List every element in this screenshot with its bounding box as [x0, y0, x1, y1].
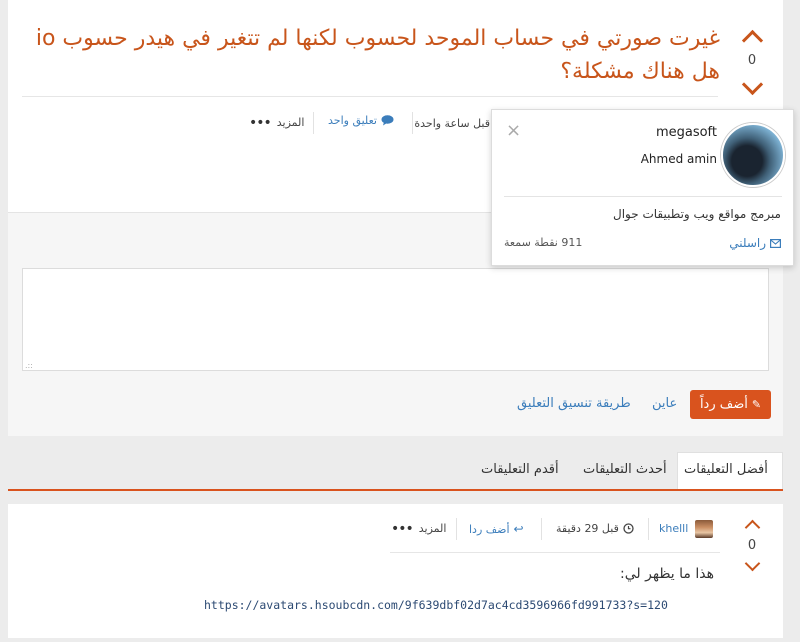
divider: [456, 518, 457, 540]
comment-url[interactable]: https://avatars.hsoubcdn.com/9f639dbf02d…: [204, 598, 668, 612]
question-title: غيرت صورتي في حساب الموحد لحسوب لكنها لم…: [35, 26, 720, 84]
divider: [313, 112, 314, 134]
comment-author[interactable]: khelll: [659, 522, 688, 535]
ellipsis-icon: •••: [249, 114, 272, 131]
comment-body: هذا ما يظهر لي:: [620, 566, 714, 582]
comment-icon: [381, 115, 394, 126]
divider: [22, 96, 718, 97]
add-reply-button[interactable]: ✎ أضف رداً: [690, 390, 771, 419]
pencil-icon: ✎: [751, 398, 762, 411]
comment-reply-button[interactable]: ↩ أضف ردا: [469, 522, 524, 536]
formatting-help-link[interactable]: طريقة تنسيق التعليق: [517, 396, 631, 411]
reply-textarea[interactable]: .::: [22, 268, 769, 371]
popover-points: 911 نقطة سمعة: [504, 236, 583, 249]
message-link[interactable]: راسلني: [729, 236, 781, 250]
popover-avatar[interactable]: [721, 123, 785, 187]
divider: [412, 112, 413, 134]
user-popover: megasoft Ahmed amin × مبرمج مواقع ويب وت…: [491, 109, 794, 266]
divider: [648, 518, 649, 540]
clock-icon: [623, 523, 634, 534]
reply-arrow-icon: ↩: [513, 522, 524, 536]
envelope-icon: [770, 238, 781, 248]
question-time: قبل ساعة واحدة: [414, 117, 490, 130]
tab-newest-comments[interactable]: أحدث التعليقات: [583, 462, 667, 477]
tab-oldest-comments[interactable]: أقدم التعليقات: [481, 462, 559, 477]
popover-bio: مبرمج مواقع ويب وتطبيقات جوال: [612, 207, 781, 221]
comment-more-menu[interactable]: المزيد •••: [391, 520, 446, 537]
comment-time: قبل 29 دقيقة: [556, 522, 634, 535]
avatar[interactable]: [695, 520, 713, 538]
question-vote-count: 0: [747, 53, 757, 68]
preview-link[interactable]: عاين: [652, 396, 677, 411]
popover-username[interactable]: megasoft: [656, 125, 717, 140]
tab-best-label[interactable]: أفضل التعليقات: [684, 462, 768, 477]
ellipsis-icon: •••: [391, 520, 414, 537]
resize-handle[interactable]: .::: [25, 361, 33, 370]
close-icon[interactable]: ×: [506, 120, 521, 141]
comments-link[interactable]: تعليق واحد: [328, 114, 394, 127]
divider: [390, 552, 720, 553]
comment-vote-count: 0: [747, 538, 757, 553]
divider: [541, 518, 542, 540]
popover-full-name: Ahmed amin: [640, 152, 717, 166]
divider: [504, 196, 782, 197]
tabs-underline: [8, 489, 783, 491]
more-menu[interactable]: المزيد •••: [249, 114, 304, 131]
